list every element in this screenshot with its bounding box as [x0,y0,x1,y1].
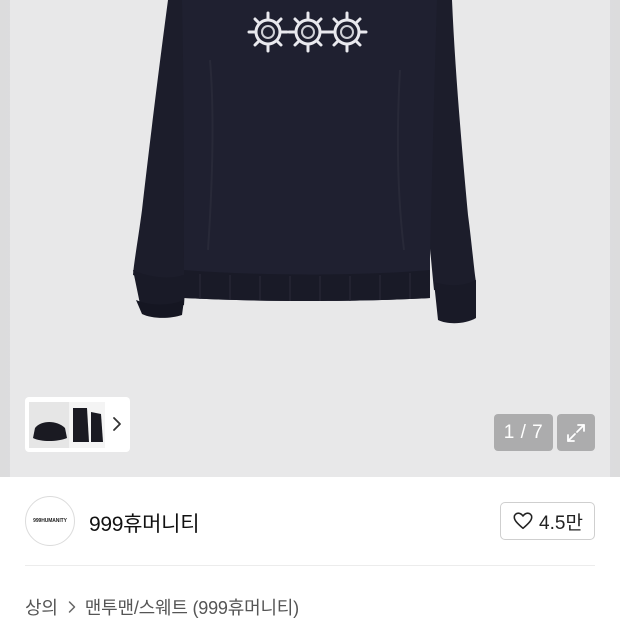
section-divider [25,565,595,566]
expand-arrows-icon [567,423,585,442]
image-counter: 1 / 7 [494,414,553,451]
breadcrumb-item-category[interactable]: 상의 [25,594,58,620]
chevron-right-icon [68,600,76,614]
breadcrumb: 상의 맨투맨/스웨트 (999휴머니티) [25,594,299,620]
brand-like-button[interactable]: 4.5만 [500,502,595,540]
breadcrumb-item-subcategory[interactable]: 맨투맨/스웨트 (999휴머니티) [85,594,299,620]
brand-logo[interactable]: 999HUMANITY [25,496,75,546]
expand-image-button[interactable] [557,414,595,451]
brand-logo-text: 999HUMANITY [33,518,67,524]
product-image-gallery[interactable]: 1 / 7 [0,0,620,477]
thumbnail-strip[interactable] [25,397,130,452]
sweatshirt-illustration [133,0,476,324]
heart-icon [513,512,533,530]
thumbnail-image[interactable] [29,401,105,448]
brand-row: 999HUMANITY 999휴머니티 4.5만 [0,477,620,565]
like-count: 4.5만 [539,512,583,534]
brand-name-link[interactable]: 999휴머니티 [89,508,200,538]
chevron-right-icon[interactable] [112,416,122,432]
